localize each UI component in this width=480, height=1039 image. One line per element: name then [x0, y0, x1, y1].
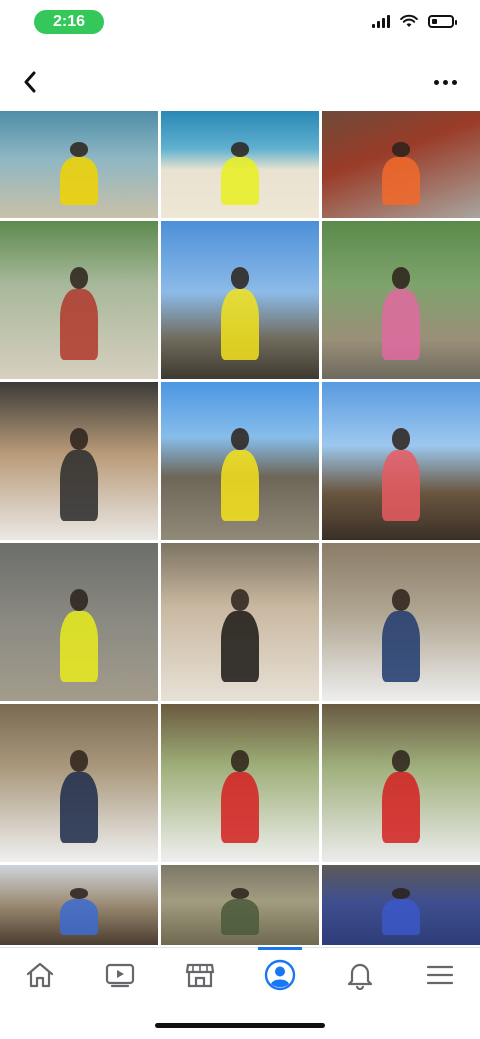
photo-subject — [60, 899, 98, 936]
photo-subject-head — [69, 588, 89, 611]
photo-thumbnail[interactable] — [322, 221, 480, 379]
photo-subject — [60, 450, 98, 522]
bottom-tab-bar — [0, 947, 480, 1002]
photo-subject — [382, 772, 420, 844]
tab-menu[interactable] — [400, 948, 480, 1002]
photo-subject-head — [69, 142, 89, 158]
tab-home[interactable] — [0, 948, 80, 1002]
photo-subject-head — [230, 427, 250, 450]
home-icon — [26, 962, 54, 988]
photo-subject — [60, 157, 98, 206]
photo-thumbnail[interactable] — [0, 543, 158, 701]
photo-thumbnail[interactable] — [0, 865, 158, 945]
photo-thumbnail[interactable] — [161, 382, 319, 540]
photo-subject-head — [391, 427, 411, 450]
photo-subject-head — [391, 749, 411, 772]
tab-profile[interactable] — [240, 947, 320, 1002]
photo-thumbnail[interactable] — [322, 382, 480, 540]
photo-thumbnail[interactable] — [0, 704, 158, 862]
photo-subject — [60, 772, 98, 844]
photo-subject — [221, 772, 259, 844]
photo-subject-head — [69, 427, 89, 450]
tab-marketplace[interactable] — [160, 948, 240, 1002]
marketplace-icon — [185, 963, 215, 988]
photo-subject — [221, 899, 259, 936]
photo-thumbnail[interactable] — [0, 382, 158, 540]
photo-subject-head — [230, 749, 250, 772]
status-icons — [372, 14, 457, 28]
notifications-bell-icon — [347, 963, 373, 990]
status-bar: 2:16 — [0, 0, 480, 44]
back-button[interactable] — [16, 66, 44, 98]
photo-subject-head — [391, 588, 411, 611]
photo-thumbnail[interactable] — [322, 543, 480, 701]
photo-subject-head — [230, 266, 250, 289]
photo-thumbnail[interactable] — [161, 543, 319, 701]
photo-thumbnail[interactable] — [161, 111, 319, 218]
photo-subject — [221, 611, 259, 683]
menu-icon — [426, 965, 454, 985]
photo-thumbnail[interactable] — [161, 865, 319, 945]
photo-thumbnail[interactable] — [322, 865, 480, 945]
photo-subject — [382, 899, 420, 936]
photo-subject-head — [69, 888, 89, 900]
photo-thumbnail[interactable] — [161, 221, 319, 379]
photo-thumbnail[interactable] — [322, 111, 480, 218]
profile-icon — [264, 959, 296, 991]
home-indicator — [155, 1023, 325, 1028]
photo-subject — [221, 450, 259, 522]
photo-thumbnail[interactable] — [0, 111, 158, 218]
photo-subject — [221, 289, 259, 361]
photo-subject-head — [391, 142, 411, 158]
photo-subject — [382, 289, 420, 361]
photo-subject — [221, 157, 259, 206]
wifi-icon — [400, 14, 418, 27]
tab-watch[interactable] — [80, 948, 160, 1002]
photo-subject — [60, 289, 98, 361]
photo-subject-head — [230, 142, 250, 158]
photo-subject — [382, 611, 420, 683]
photo-subject — [382, 157, 420, 206]
photo-subject — [382, 450, 420, 522]
video-icon — [105, 963, 135, 988]
cellular-signal-icon — [372, 14, 390, 28]
photo-thumbnail[interactable] — [0, 221, 158, 379]
status-time[interactable]: 2:16 — [34, 10, 104, 34]
photo-subject — [60, 611, 98, 683]
photo-thumbnail[interactable] — [161, 704, 319, 862]
tab-notifications[interactable] — [320, 948, 400, 1002]
top-navigation-bar — [0, 60, 480, 104]
photo-subject-head — [230, 588, 250, 611]
chevron-left-icon — [24, 71, 36, 93]
photo-subject-head — [230, 888, 250, 900]
photo-subject-head — [391, 888, 411, 900]
photo-thumbnail[interactable] — [322, 704, 480, 862]
photo-subject-head — [69, 749, 89, 772]
more-horizontal-icon — [433, 79, 439, 85]
battery-icon — [428, 14, 457, 28]
photo-subject-head — [391, 266, 411, 289]
photo-grid — [0, 111, 480, 945]
more-options-button[interactable] — [430, 70, 460, 94]
photo-subject-head — [69, 266, 89, 289]
